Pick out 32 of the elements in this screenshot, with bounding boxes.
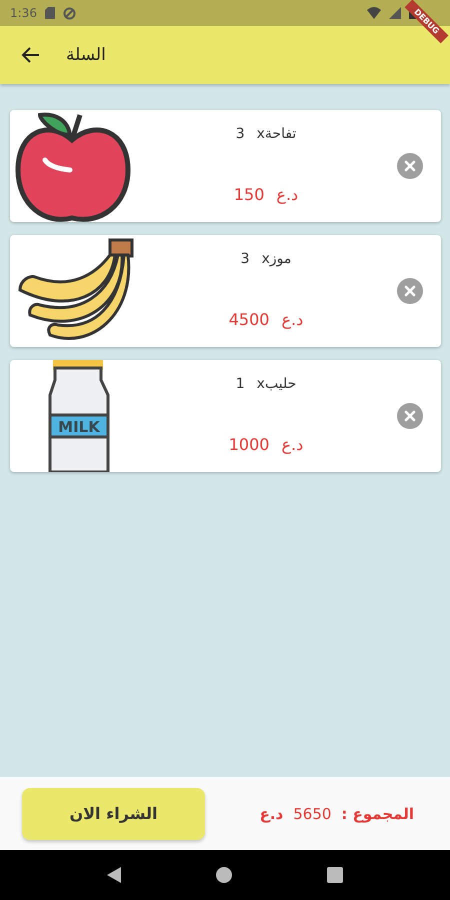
close-icon <box>404 410 416 422</box>
home-icon[interactable] <box>216 867 232 883</box>
recents-icon[interactable] <box>326 867 343 883</box>
remove-button[interactable] <box>397 403 423 429</box>
wifi-icon <box>367 7 381 19</box>
item-name: xحليب <box>256 376 296 392</box>
item-quantity: 3 <box>240 251 250 267</box>
item-price: 150 <box>234 185 264 204</box>
remove-button[interactable] <box>397 278 423 304</box>
page-title: السلة <box>66 45 106 65</box>
close-icon <box>404 285 416 297</box>
milk-bottle-drawing: MILK <box>10 360 135 472</box>
buy-now-button[interactable]: الشراء الان <box>22 788 205 840</box>
currency-label: د.ع <box>276 185 298 204</box>
item-name: xتفاحة <box>256 126 296 142</box>
back-icon[interactable] <box>107 867 122 883</box>
total-value: 5650 <box>293 804 332 822</box>
currency-label: د.ع <box>281 310 304 329</box>
close-icon <box>404 160 416 172</box>
item-quantity: 1 <box>236 376 245 392</box>
item-price: 1000 <box>228 435 270 454</box>
item-quantity: 3 <box>236 126 245 142</box>
currency-label: د.ع <box>281 435 304 454</box>
item-price: 4500 <box>228 310 270 329</box>
currency-label: د.ع <box>260 804 284 822</box>
total-label: المجموع : <box>341 804 414 822</box>
signal-icon <box>389 7 401 19</box>
status-time: 1:36 <box>10 6 37 20</box>
sd-card-icon <box>44 7 55 19</box>
item-name: xموز <box>262 251 292 267</box>
remove-button[interactable] <box>397 153 423 179</box>
back-arrow-icon[interactable] <box>20 46 40 64</box>
